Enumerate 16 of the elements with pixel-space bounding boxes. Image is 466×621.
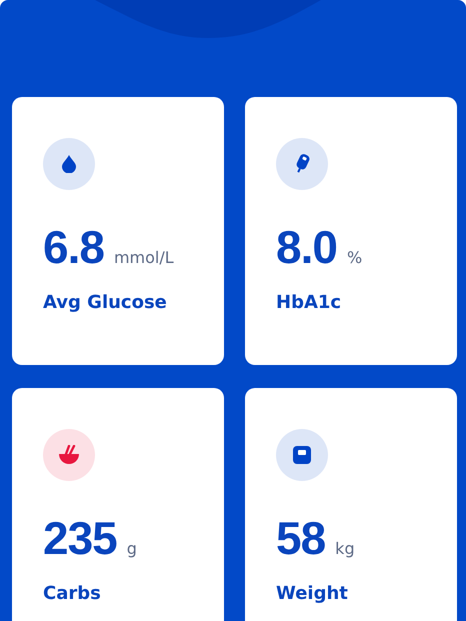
metric-value: 6.8 — [43, 220, 104, 274]
metric-value: 8.0 — [276, 220, 337, 274]
metric-value: 235 — [43, 511, 117, 565]
metric-value: 58 — [276, 511, 326, 565]
metric-label: HbA1c — [276, 292, 342, 313]
metric-unit: % — [346, 248, 362, 267]
scale-icon — [293, 446, 311, 464]
glucose-meter-icon — [294, 154, 310, 174]
metric-label: Carbs — [43, 583, 102, 604]
metric-unit: g — [126, 539, 137, 558]
metric-label: Weight — [276, 583, 349, 604]
bowl-icon — [58, 445, 80, 465]
metric-unit: kg — [335, 539, 355, 558]
metric-label: Avg Glucose — [43, 292, 168, 313]
drop-icon — [62, 155, 76, 173]
metric-unit: mmol/L — [114, 248, 174, 267]
